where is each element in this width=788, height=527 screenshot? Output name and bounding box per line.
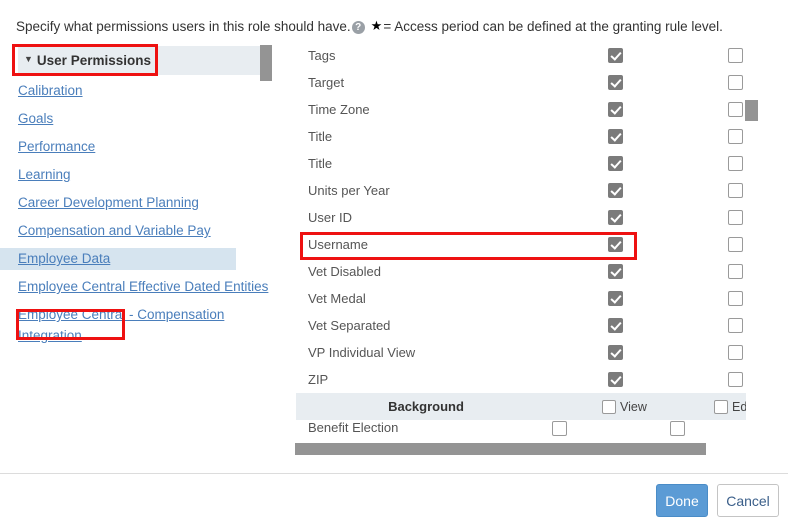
edit-checkbox[interactable] [728, 102, 743, 117]
edit-checkbox[interactable] [728, 345, 743, 360]
table-row[interactable]: Target [290, 69, 746, 96]
cancel-button[interactable]: Cancel [717, 484, 779, 517]
edit-checkbox[interactable] [728, 237, 743, 252]
view-checkbox[interactable] [608, 237, 623, 252]
table-row[interactable]: Tags [290, 42, 746, 69]
instruction-text-secondary: = Access period can be defined at the gr… [383, 19, 723, 34]
permission-label: Vet Medal [308, 291, 366, 306]
permission-label: Tags [308, 48, 335, 63]
sidebar-item-compensation-and-variable-pay[interactable]: Compensation and Variable Pay [0, 220, 272, 242]
sidebar-scrollbar-track[interactable] [260, 42, 272, 462]
permission-label: Title [308, 156, 332, 171]
view-checkbox[interactable] [608, 372, 623, 387]
permission-label: ZIP [308, 372, 328, 387]
sidebar-nav-list: Calibration Goals Performance Learning C… [0, 80, 272, 352]
view-checkbox[interactable] [608, 291, 623, 306]
edit-checkbox[interactable] [728, 318, 743, 333]
group-edit-checkbox[interactable] [714, 400, 728, 414]
table-row[interactable]: Vet Medal [290, 285, 746, 312]
star-icon: ★ [371, 18, 383, 34]
view-checkbox[interactable] [608, 210, 623, 225]
permission-label: Username [308, 237, 368, 252]
permissions-vertical-scrollbar-thumb[interactable] [745, 100, 758, 121]
edit-checkbox[interactable] [670, 421, 685, 436]
table-row[interactable]: Title [290, 150, 746, 177]
sidebar-item-label[interactable]: Employee Data [18, 251, 110, 266]
sidebar-item-goals[interactable]: Goals [0, 108, 272, 130]
sidebar-item-performance[interactable]: Performance [0, 136, 272, 158]
edit-checkbox[interactable] [728, 75, 743, 90]
permissions-panel: Tags Target Time Zone Title Title Units … [290, 42, 746, 462]
sidebar-section-header-label: User Permissions [37, 53, 151, 68]
sidebar-item-calibration[interactable]: Calibration [0, 80, 272, 102]
table-row[interactable]: Units per Year [290, 177, 746, 204]
permissions-horizontal-scrollbar-thumb[interactable] [295, 443, 706, 455]
sidebar-item-label[interactable]: Career Development Planning [18, 195, 199, 210]
chevron-down-icon[interactable]: ▼ [24, 54, 33, 64]
permission-label: VP Individual View [308, 345, 415, 360]
sidebar-item-label[interactable]: Learning [18, 167, 71, 182]
view-checkbox[interactable] [608, 129, 623, 144]
sidebar-item-label[interactable]: Calibration [18, 83, 83, 98]
instruction-text-primary: Specify what permissions users in this r… [16, 19, 351, 34]
permission-label: User ID [308, 210, 352, 225]
table-row[interactable]: Vet Separated [290, 312, 746, 339]
permission-label: Target [308, 75, 344, 90]
instruction-bar: Specify what permissions users in this r… [16, 16, 776, 36]
table-row[interactable]: Title [290, 123, 746, 150]
sidebar-item-label[interactable]: Compensation and Variable Pay [18, 223, 211, 238]
edit-checkbox[interactable] [728, 129, 743, 144]
view-checkbox[interactable] [608, 183, 623, 198]
sidebar-item-employee-central-effective-dated-entities[interactable]: Employee Central Effective Dated Entitie… [0, 276, 272, 298]
table-row[interactable]: Time Zone [290, 96, 746, 123]
edit-checkbox[interactable] [728, 210, 743, 225]
edit-checkbox[interactable] [728, 183, 743, 198]
table-row[interactable]: User ID [290, 204, 746, 231]
done-button[interactable]: Done [656, 484, 708, 517]
view-checkbox[interactable] [608, 156, 623, 171]
edit-checkbox[interactable] [728, 372, 743, 387]
sidebar-scrollbar-thumb[interactable] [260, 45, 272, 81]
sidebar-panel: ▼ User Permissions Calibration Goals Per… [0, 42, 272, 462]
sidebar-item-learning[interactable]: Learning [0, 164, 272, 186]
question-circle-icon[interactable]: ? [352, 21, 365, 34]
permission-group-title: Background [296, 399, 556, 414]
permission-settings-dialog: Specify what permissions users in this r… [0, 0, 788, 527]
sidebar-item-label[interactable]: Performance [18, 139, 95, 154]
sidebar-item-label[interactable]: Employee Central - Compensation Integrat… [18, 307, 224, 343]
permission-group-header-background: Background View Edit [296, 393, 746, 420]
edit-checkbox[interactable] [728, 291, 743, 306]
permission-label: Units per Year [308, 183, 390, 198]
table-row[interactable]: VP Individual View [290, 339, 746, 366]
table-row[interactable]: Vet Disabled [290, 258, 746, 285]
table-row-benefit-election[interactable]: Benefit Election [290, 420, 746, 442]
edit-checkbox[interactable] [728, 48, 743, 63]
edit-checkbox[interactable] [728, 156, 743, 171]
permission-label: Benefit Election [308, 420, 398, 435]
view-checkbox[interactable] [608, 102, 623, 117]
table-row[interactable]: ZIP [290, 366, 746, 393]
view-checkbox[interactable] [608, 48, 623, 63]
view-checkbox[interactable] [608, 318, 623, 333]
group-view-label: View [620, 400, 647, 414]
sidebar-item-employee-central-compensation-integration[interactable]: Employee Central - Compensation Integrat… [0, 304, 272, 346]
view-checkbox[interactable] [608, 75, 623, 90]
view-checkbox[interactable] [608, 345, 623, 360]
permission-label: Time Zone [308, 102, 370, 117]
sidebar-item-career-development-planning[interactable]: Career Development Planning [0, 192, 272, 214]
sidebar-section-header-user-permissions[interactable]: ▼ User Permissions [18, 46, 264, 75]
edit-checkbox[interactable] [728, 264, 743, 279]
permission-label: Vet Disabled [308, 264, 381, 279]
sidebar-item-employee-data[interactable]: Employee Data [0, 248, 236, 270]
sidebar-item-label[interactable]: Employee Central Effective Dated Entitie… [18, 279, 268, 294]
view-checkbox[interactable] [608, 264, 623, 279]
group-view-checkbox[interactable] [602, 400, 616, 414]
permission-label: Vet Separated [308, 318, 390, 333]
permission-label: Title [308, 129, 332, 144]
view-checkbox[interactable] [552, 421, 567, 436]
table-row-username[interactable]: Username [290, 231, 746, 258]
group-edit-label: Edit [732, 400, 746, 414]
sidebar-item-label[interactable]: Goals [18, 111, 53, 126]
